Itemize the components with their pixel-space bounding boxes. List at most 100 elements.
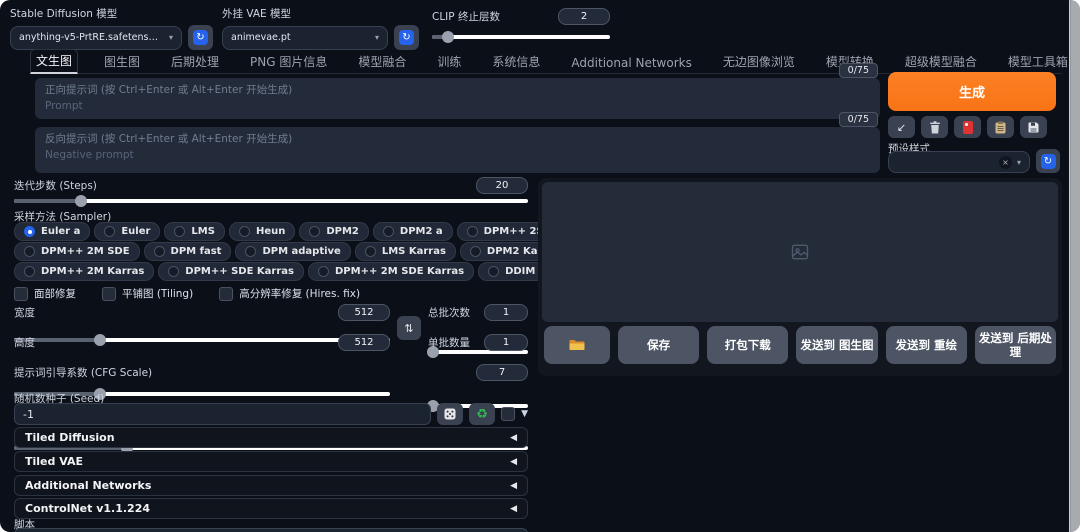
sampler-option[interactable]: DPM++ 2M Karras (14, 262, 155, 281)
restore-faces-toggle[interactable]: 面部修复 (14, 286, 76, 301)
script-dropdown[interactable] (14, 528, 528, 532)
save-style-button[interactable] (1020, 116, 1047, 138)
radio-icon (488, 266, 500, 277)
send-to-img2img-button[interactable]: 发送到 图生图 (796, 326, 878, 364)
radio-icon (364, 246, 376, 257)
refresh-styles-button[interactable]: ↻ (1036, 149, 1060, 173)
sampler-option[interactable]: Euler a (14, 222, 91, 241)
apply-styles-button[interactable] (987, 116, 1014, 138)
tab-img2img[interactable]: 图生图 (99, 51, 145, 73)
clear-prompt-button[interactable] (921, 116, 948, 138)
clip-skip-section: CLIP 终止层数 2 (432, 8, 610, 43)
chevron-down-icon[interactable]: ▼ (521, 409, 528, 419)
radio-icon (168, 266, 180, 277)
read-generation-params-button[interactable]: ↙ (888, 116, 915, 138)
hires-fix-toggle[interactable]: 高分辨率修复 (Hires. fix) (219, 286, 360, 301)
collapse-arrow-icon: ◀ (510, 456, 517, 467)
accordion-controlnet[interactable]: ControlNet v1.1.224 ◀ (14, 498, 528, 519)
tab-train[interactable]: 训练 (432, 51, 466, 73)
save-button[interactable]: 保存 (618, 326, 700, 364)
generate-button[interactable]: 生成 (888, 72, 1056, 111)
sd-model-dropdown[interactable]: anything-v5-PrtRE.safetensors [7f96a1a9c… (10, 25, 182, 50)
negative-prompt-input[interactable]: 0/75 反向提示词 (按 Ctrl+Enter 或 Alt+Enter 开始生… (35, 112, 880, 173)
sd-model-section: Stable Diffusion 模型 anything-v5-PrtRE.sa… (10, 6, 213, 50)
tab-system-info[interactable]: 系统信息 (487, 51, 545, 73)
vae-label: 外挂 VAE 模型 (222, 8, 292, 20)
random-seed-button[interactable] (437, 403, 464, 425)
page-scrollbar[interactable] (1069, 0, 1080, 532)
vae-dropdown[interactable]: animevae.pt ▾ (222, 25, 388, 50)
checkbox-icon (14, 286, 28, 301)
sampler-option[interactable]: DPM2 (299, 222, 369, 241)
checkbox-icon (219, 286, 234, 301)
tab-additional-networks[interactable]: Additional Networks (566, 54, 696, 73)
refresh-icon: ↻ (193, 30, 208, 45)
sampler-option[interactable]: DPM adaptive (235, 242, 351, 261)
radio-icon (238, 226, 250, 237)
styles-dropdown[interactable]: × ▾ (888, 151, 1030, 173)
steps-slider[interactable] (14, 195, 528, 207)
collapse-arrow-icon: ◀ (510, 480, 517, 491)
sampler-option[interactable]: DPM++ SDE Karras (158, 262, 304, 281)
dice-icon (444, 408, 456, 420)
accordion-tiled-diffusion[interactable]: Tiled Diffusion ◀ (14, 427, 528, 448)
zip-download-button[interactable]: 打包下载 (707, 326, 789, 364)
cfg-value[interactable]: 7 (476, 363, 528, 381)
sampler-option[interactable]: LMS Karras (354, 242, 456, 261)
width-value[interactable]: 512 (338, 303, 390, 321)
tab-supermerger[interactable]: 超级模型融合 (900, 51, 982, 73)
radio-icon (104, 226, 116, 237)
tab-infinite-image-browsing[interactable]: 无边图像浏览 (718, 51, 800, 73)
batch-count-value[interactable]: 1 (484, 303, 528, 321)
tab-model-toolkit[interactable]: 模型工具箱 (1003, 51, 1073, 73)
swap-arrows-icon: ⇅ (404, 321, 414, 335)
collapse-arrow-icon: ◀ (510, 432, 517, 443)
refresh-icon: ↻ (399, 30, 414, 45)
swap-dimensions-button[interactable]: ⇅ (397, 316, 421, 340)
send-to-extras-button[interactable]: 发送到 后期处理 (974, 326, 1057, 364)
clip-skip-slider[interactable] (432, 31, 610, 43)
sampler-option[interactable]: DPM2 a (372, 222, 453, 241)
radio-icon (153, 246, 165, 257)
accordion-additional-networks[interactable]: Additional Networks ◀ (14, 475, 528, 496)
sampler-option[interactable]: DPM++ 2M SDE Karras (307, 262, 475, 281)
tab-txt2img[interactable]: 文生图 (30, 49, 79, 74)
accordion-tiled-vae[interactable]: Tiled VAE ◀ (14, 451, 528, 472)
positive-prompt-placeholder: 正向提示词 (按 Ctrl+Enter 或 Alt+Enter 开始生成) (45, 84, 293, 96)
tab-png-info[interactable]: PNG 图片信息 (245, 51, 332, 73)
clear-icon[interactable]: × (998, 155, 1012, 169)
recycle-icon: ♻ (476, 406, 488, 422)
batch-size-value[interactable]: 1 (484, 333, 528, 351)
radio-icon (24, 266, 35, 277)
clip-skip-value[interactable]: 2 (558, 8, 610, 25)
chevron-down-icon: ▾ (168, 33, 173, 42)
seed-input[interactable] (14, 403, 432, 425)
steps-value[interactable]: 20 (476, 176, 528, 194)
cfg-label: 提示词引导系数 (CFG Scale) (14, 366, 153, 379)
sampler-option[interactable]: DPM++ 2M SDE (14, 242, 140, 261)
tiling-toggle[interactable]: 平铺图 (Tiling) (102, 286, 193, 301)
sampler-option[interactable]: LMS (164, 222, 225, 241)
scrollbar-thumb[interactable] (1071, 0, 1080, 532)
tab-extras[interactable]: 后期处理 (166, 51, 224, 73)
extra-seed-checkbox[interactable] (501, 407, 516, 421)
tab-checkpoint-merger[interactable]: 模型融合 (353, 51, 411, 73)
sampler-option[interactable]: Heun (228, 222, 296, 241)
refresh-vae-button[interactable]: ↻ (394, 25, 419, 50)
reuse-seed-button[interactable]: ♻ (469, 403, 496, 425)
trash-icon (929, 120, 940, 133)
sampler-option[interactable]: DDIM (478, 262, 546, 281)
height-value[interactable]: 512 (338, 333, 390, 351)
image-placeholder-icon (791, 244, 809, 260)
extra-networks-button[interactable] (954, 116, 981, 138)
sampler-option[interactable]: DPM fast (143, 242, 232, 261)
sampler-option[interactable]: Euler (94, 222, 161, 241)
positive-prompt-input[interactable]: 0/75 正向提示词 (按 Ctrl+Enter 或 Alt+Enter 开始生… (35, 63, 880, 119)
folder-icon (569, 340, 585, 350)
extra-networks-card-icon (962, 120, 973, 134)
open-folder-button[interactable] (544, 326, 610, 364)
refresh-sd-model-button[interactable]: ↻ (188, 25, 213, 50)
result-gallery[interactable] (542, 182, 1058, 322)
negative-token-counter: 0/75 (838, 112, 878, 127)
send-to-inpaint-button[interactable]: 发送到 重绘 (885, 326, 967, 364)
